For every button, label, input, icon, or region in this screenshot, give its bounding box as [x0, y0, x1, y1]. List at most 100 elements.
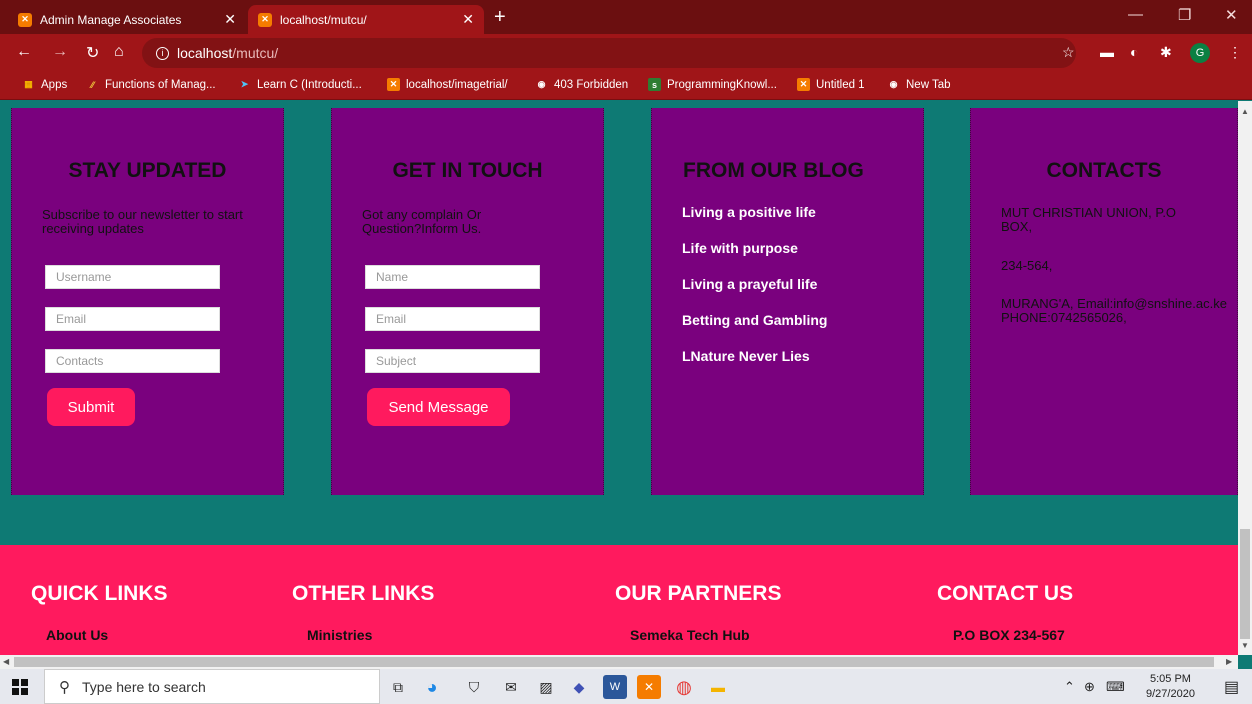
bookmark-localhost-imagetrial[interactable]: ✕ localhost/imagetrial/	[387, 78, 508, 91]
back-arrow-icon[interactable]: ←	[16, 43, 32, 61]
email-input[interactable]: Email	[45, 307, 220, 331]
blog-link-nature-never-lies[interactable]: LNature Never Lies	[682, 348, 810, 364]
url-host: localhost	[177, 45, 233, 61]
new-tab-icon[interactable]: +	[494, 6, 506, 29]
footer-link-semeka-tech-hub[interactable]: Semeka Tech Hub	[630, 627, 750, 643]
bookmark-new-tab[interactable]: ◉ New Tab	[887, 78, 951, 91]
search-icon: ⚲	[59, 678, 70, 696]
vertical-scroll-thumb[interactable]	[1240, 529, 1250, 639]
xampp-icon: ✕	[387, 78, 400, 91]
bookmark-label: 403 Forbidden	[554, 78, 629, 91]
taskbar-search-input[interactable]: ⚲ Type here to search	[44, 669, 380, 704]
search-placeholder: Type here to search	[82, 678, 206, 695]
photos-icon[interactable]: ▨	[534, 675, 558, 699]
bookmark-apps[interactable]: ▦ Apps	[22, 78, 67, 91]
task-view-icon[interactable]: ⧉	[386, 675, 410, 699]
stay-updated-card: STAY UPDATED Subscribe to our newsletter…	[11, 108, 284, 495]
tab-localhost-mutcu[interactable]: ✕ localhost/mutcu/ ✕	[248, 5, 484, 34]
bookmark-functions-of-management[interactable]: ⁄⁄ Functions of Manag...	[86, 78, 216, 91]
system-clock[interactable]: 5:05 PM 9/27/2020	[1146, 672, 1195, 702]
scroll-right-icon[interactable]: ▶	[1226, 657, 1232, 666]
name-input[interactable]: Name	[365, 265, 540, 289]
footer-link-ministries[interactable]: Ministries	[307, 627, 372, 643]
scroll-left-icon[interactable]: ◀	[3, 657, 9, 666]
email-input[interactable]: Email	[365, 307, 540, 331]
bookmark-programmingknowledge[interactable]: s ProgrammingKnowl...	[648, 78, 777, 91]
footer-po-box: P.O BOX 234-567	[953, 627, 1065, 643]
page-viewport: STAY UPDATED Subscribe to our newsletter…	[0, 101, 1238, 655]
bookmark-label: New Tab	[906, 78, 951, 91]
menu-kebab-icon[interactable]: ⋮	[1228, 44, 1242, 61]
s-icon: s	[648, 78, 661, 91]
vertical-scrollbar[interactable]: ▲ ▼	[1238, 101, 1252, 655]
clock-date: 9/27/2020	[1146, 688, 1195, 700]
store-icon[interactable]: ⛉	[462, 675, 486, 699]
yellow-slash-icon: ⁄⁄	[90, 79, 94, 90]
tab-admin-manage-associates[interactable]: ✕ Admin Manage Associates ✕	[8, 5, 246, 34]
bookmark-star-icon[interactable]: ☆	[1062, 44, 1075, 61]
keyboard-icon[interactable]: ⌨	[1106, 679, 1125, 695]
extension-c-icon[interactable]: ◐	[1130, 44, 1138, 60]
reload-icon[interactable]: ↻	[86, 43, 99, 63]
language-globe-icon[interactable]: ⊕	[1084, 679, 1095, 695]
minimize-icon[interactable]: —	[1128, 6, 1143, 23]
get-in-touch-title: GET IN TOUCH	[392, 159, 543, 182]
xampp-icon: ✕	[18, 12, 32, 27]
bookmark-learn-c[interactable]: ➤ Learn C (Introducti...	[238, 78, 362, 91]
windows-start-icon[interactable]	[12, 679, 28, 695]
restore-icon[interactable]: ❐	[1178, 6, 1191, 24]
footer-heading-quick-links: QUICK LINKS	[31, 582, 168, 605]
extensions-puzzle-icon[interactable]: ✱	[1160, 44, 1172, 61]
blog-link-positive-life[interactable]: Living a positive life	[682, 204, 816, 220]
stay-updated-title: STAY UPDATED	[68, 159, 227, 182]
info-icon[interactable]: i	[156, 46, 169, 60]
bookmark-untitled-1[interactable]: ✕ Untitled 1	[797, 78, 865, 91]
forward-arrow-icon[interactable]: →	[52, 43, 68, 61]
word-icon[interactable]: W	[603, 675, 627, 699]
edge-browser-icon[interactable]: ◕	[420, 675, 444, 699]
footer-heading-other-links: OTHER LINKS	[292, 582, 435, 605]
extension-cast-icon[interactable]: ▬	[1100, 44, 1114, 60]
blog-link-betting-gambling[interactable]: Betting and Gambling	[682, 312, 827, 328]
url-input[interactable]: i localhost/mutcu/	[142, 38, 1076, 68]
send-message-button[interactable]: Send Message	[367, 388, 510, 426]
chrome-icon[interactable]: ◍	[672, 675, 696, 699]
blog-title: FROM OUR BLOG	[683, 159, 864, 182]
bookmark-label: ProgrammingKnowl...	[667, 78, 777, 91]
globe-icon: ◉	[889, 79, 898, 89]
bookmark-label: Learn C (Introducti...	[257, 78, 362, 91]
submit-button[interactable]: Submit	[47, 388, 135, 426]
clock-time: 5:05 PM	[1149, 673, 1191, 685]
contacts-box-number: 234-564,	[1001, 258, 1053, 273]
subject-input[interactable]: Subject	[365, 349, 540, 373]
blog-link-life-with-purpose[interactable]: Life with purpose	[682, 240, 798, 256]
footer-link-about-us[interactable]: About Us	[46, 627, 108, 643]
contacts-email-phone: MURANG'A, Email:info@snshine.ac.ke PHONE…	[1001, 296, 1227, 325]
bookmark-label: localhost/imagetrial/	[406, 78, 508, 91]
from-our-blog-card: FROM OUR BLOG Living a positive life Lif…	[651, 108, 924, 495]
app-blue-icon[interactable]: ◆	[567, 675, 591, 699]
tray-chevron-up-icon[interactable]: ⌃	[1064, 679, 1075, 695]
tab-title: Admin Manage Associates	[40, 12, 182, 27]
xampp-taskbar-icon[interactable]: ✕	[637, 675, 661, 699]
site-footer: QUICK LINKS OTHER LINKS OUR PARTNERS CON…	[0, 545, 1238, 655]
close-tab-icon[interactable]: ✕	[224, 11, 236, 28]
contacts-input[interactable]: Contacts	[45, 349, 220, 373]
close-window-icon[interactable]: ✕	[1225, 6, 1238, 24]
username-input[interactable]: Username	[45, 265, 220, 289]
horizontal-scroll-thumb[interactable]	[14, 657, 1214, 667]
tab-title: localhost/mutcu/	[280, 12, 367, 27]
file-explorer-icon[interactable]: ▬	[706, 675, 730, 699]
bookmark-403-forbidden[interactable]: ◉ 403 Forbidden	[535, 78, 629, 91]
tab-strip: ✕ Admin Manage Associates ✕ ✕ localhost/…	[0, 0, 1252, 34]
mail-icon[interactable]: ✉	[499, 675, 523, 699]
notifications-icon[interactable]: ▤	[1224, 677, 1239, 697]
close-tab-icon[interactable]: ✕	[462, 11, 474, 28]
blog-link-prayeful-life[interactable]: Living a prayeful life	[682, 276, 817, 292]
xampp-icon: ✕	[797, 78, 810, 91]
scroll-down-icon[interactable]: ▼	[1241, 641, 1249, 650]
profile-avatar[interactable]: G	[1190, 43, 1210, 63]
horizontal-scrollbar[interactable]: ◀ ▶	[0, 655, 1238, 669]
scroll-up-icon[interactable]: ▲	[1241, 107, 1249, 116]
home-icon[interactable]: ⌂	[114, 43, 124, 61]
